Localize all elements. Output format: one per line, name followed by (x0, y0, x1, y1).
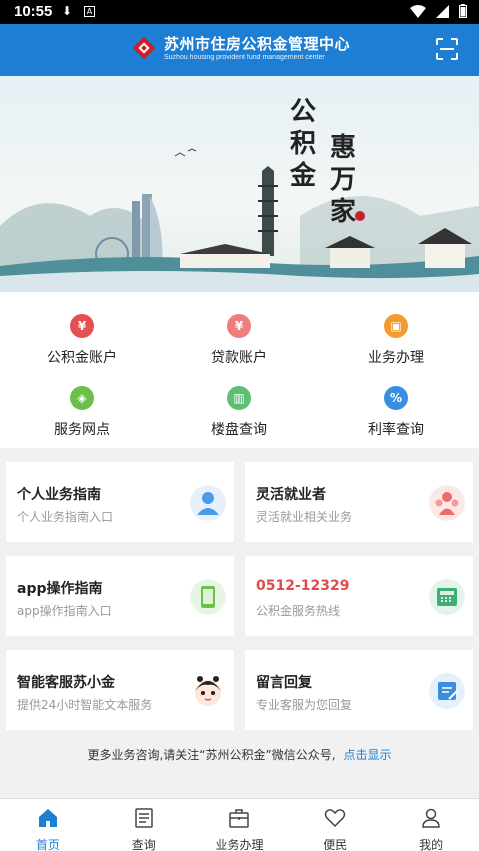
status-bar: 10:55 ⬇ A (0, 0, 479, 24)
tab-label: 业务办理 (215, 838, 264, 851)
download-icon: ⬇ (62, 4, 73, 18)
grid-item-label: 利率查询 (368, 422, 424, 438)
battery-icon (459, 4, 467, 18)
card-flexible-employment[interactable]: 灵活就业者 灵活就业相关业务 (245, 462, 473, 542)
tab-home[interactable]: 首页 (0, 799, 96, 851)
briefcase-icon: ▣ (384, 314, 408, 338)
notification-icon: A (84, 6, 95, 17)
edit-message-icon (429, 673, 465, 709)
grid-item-fund-account[interactable]: ¥ 公积金账户 (2, 314, 162, 367)
grid-item-label: 业务办理 (368, 350, 424, 366)
briefcase-icon (229, 809, 250, 828)
building-icon: ▥ (227, 386, 251, 410)
function-grid: ¥ 公积金账户 ¥ 贷款账户 ▣ 业务办理 ◈ 服务网点 ▥ 楼盘查询 % 利率… (0, 292, 479, 448)
card-personal-guide[interactable]: 个人业务指南 个人业务指南入口 (6, 462, 234, 542)
card-subtitle: 专业客服为您回复 (256, 698, 353, 712)
chatbot-avatar-icon (195, 676, 221, 706)
card-app-guide[interactable]: app操作指南 app操作指南入口 (6, 556, 234, 636)
header-logo: 苏州市住房公积金管理中心 Suzhou housing provident fu… (130, 34, 350, 62)
card-title: 智能客服苏小金 (17, 675, 115, 691)
card-title: 个人业务指南 (17, 487, 101, 503)
tab-mine[interactable]: 我的 (383, 799, 479, 851)
card-subtitle: 个人业务指南入口 (17, 510, 114, 524)
grid-item-property-query[interactable]: ▥ 楼盘查询 (159, 386, 319, 439)
card-smart-service[interactable]: 智能客服苏小金 提供24小时智能文本服务 (6, 650, 234, 730)
card-subtitle: app操作指南入口 (17, 604, 112, 618)
network-point-icon: ◈ (70, 386, 94, 410)
show-link[interactable]: 点击显示 (344, 748, 392, 762)
wifi-icon (410, 4, 426, 18)
wechat-notice: 更多业务咨询,请关注“苏州公积金”微信公众号, 点击显示 (0, 746, 479, 763)
hotline-number[interactable]: 0512-12329 (256, 578, 349, 594)
header-title: 苏州市住房公积金管理中心 (164, 34, 351, 53)
status-time: 10:55 (14, 3, 53, 20)
grid-item-label: 公积金账户 (47, 350, 117, 366)
notice-text: 更多业务咨询,请关注“苏州公积金”微信公众号, (87, 748, 336, 762)
person-icon (190, 485, 226, 521)
tab-label: 我的 (419, 838, 444, 851)
app-header: 苏州市住房公积金管理中心 Suzhou housing provident fu… (0, 24, 479, 76)
grid-item-loan-account[interactable]: ¥ 贷款账户 (159, 314, 319, 367)
tab-business[interactable]: 业务办理 (192, 799, 288, 851)
people-group-icon (429, 485, 465, 521)
tab-convenience[interactable]: 便民 (287, 799, 383, 851)
tab-label: 首页 (35, 838, 60, 851)
banner-image[interactable]: 公积金 惠万家 (0, 76, 479, 292)
card-title: 灵活就业者 (256, 487, 326, 503)
housing-fund-logo-icon (132, 36, 156, 60)
yuan-icon: ¥ (70, 314, 94, 338)
card-title: 留言回复 (256, 675, 312, 691)
grid-item-service-points[interactable]: ◈ 服务网点 (2, 386, 162, 439)
grid-item-label: 贷款账户 (211, 350, 267, 366)
grid-item-label: 服务网点 (54, 422, 110, 438)
card-subtitle: 公积金服务热线 (256, 604, 341, 618)
banner-slogan-line2: 惠万家 (330, 133, 357, 227)
document-icon (134, 808, 153, 828)
card-message-reply[interactable]: 留言回复 专业客服为您回复 (245, 650, 473, 730)
tab-query[interactable]: 查询 (96, 799, 192, 851)
suzhou-skyline-illustration (0, 148, 479, 292)
heart-icon (325, 809, 346, 828)
grid-item-rate-query[interactable]: % 利率查询 (316, 386, 476, 439)
scan-icon[interactable] (435, 37, 459, 61)
percent-icon: % (384, 386, 408, 410)
grid-item-business[interactable]: ▣ 业务办理 (316, 314, 476, 367)
tab-label: 查询 (131, 838, 156, 851)
card-title: app操作指南 (17, 581, 103, 597)
grid-item-label: 楼盘查询 (211, 422, 267, 438)
header-subtitle: Suzhou housing provident fund management… (164, 53, 325, 61)
card-subtitle: 灵活就业相关业务 (256, 510, 353, 524)
tab-label: 便民 (323, 838, 348, 851)
telephone-icon (429, 579, 465, 615)
card-subtitle: 提供24小时智能文本服务 (17, 698, 153, 712)
banner-slogan-line1: 公积金 (290, 97, 317, 191)
bottom-tab-bar: 首页 查询 业务办理 便民 我的 (0, 798, 479, 851)
card-hotline[interactable]: 0512-12329 公积金服务热线 (245, 556, 473, 636)
home-icon (38, 809, 57, 827)
signal-icon (436, 4, 449, 18)
phone-icon (190, 579, 226, 615)
user-icon (422, 808, 440, 828)
loan-icon: ¥ (227, 314, 251, 338)
